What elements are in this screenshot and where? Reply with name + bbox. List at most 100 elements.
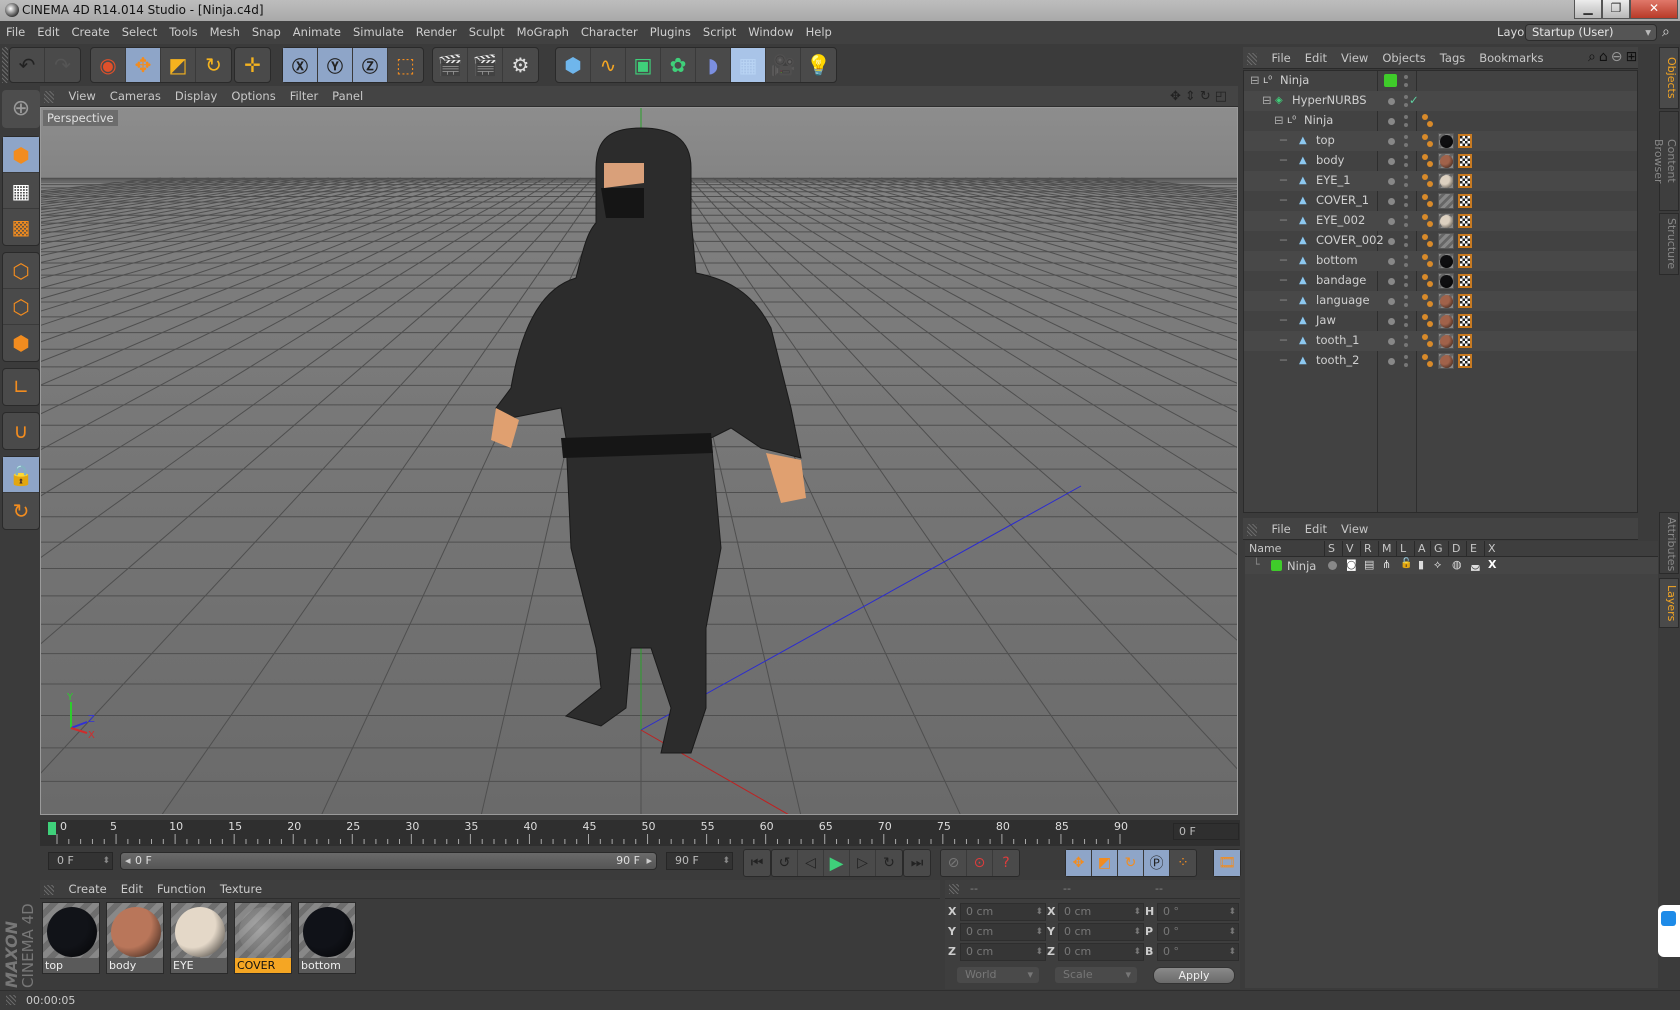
autokeying-icon[interactable]: ⊙ [967,850,993,876]
model-mode-icon[interactable]: ⬢ [3,137,39,173]
render-visibility-dot[interactable] [1404,263,1408,267]
minimize-button[interactable]: ▁ [1574,0,1602,19]
object-row[interactable]: ─ ▲ language [1244,291,1637,311]
apply-button[interactable]: Apply [1153,967,1235,984]
layer-column-l[interactable]: L [1400,542,1406,555]
object-row[interactable]: ─ ▲ bandage [1244,271,1637,291]
collapse-toggle-icon[interactable]: ⊟ [1262,93,1272,107]
coord-mode-dropdown[interactable]: Scale [1055,967,1137,983]
render-visibility-dot[interactable] [1404,163,1408,167]
object-row[interactable]: ─ ▲ COVER_002 [1244,231,1637,251]
axis-mode-icon[interactable]: ∟ [3,369,39,405]
visibility-dot[interactable] [1388,338,1395,345]
coord-size-field[interactable]: 0 cm [1058,923,1144,941]
editor-visibility-dot[interactable] [1404,195,1408,199]
objects-menu-view[interactable]: View [1334,47,1375,69]
go-to-start-icon[interactable]: ⏮ [744,850,770,876]
material-menu-function[interactable]: Function [150,880,213,899]
layers-menu-view[interactable]: View [1334,518,1375,540]
collapse-toggle-icon[interactable]: ⊟ [1274,113,1284,127]
layer-color-swatch[interactable] [1271,560,1282,571]
range-left-arrow-icon[interactable]: ◂ [125,853,131,869]
object-name[interactable]: bottom [1316,253,1358,267]
editor-visibility-dot[interactable] [1404,215,1408,219]
phong-tag-icon[interactable] [1422,114,1434,128]
menu-animate[interactable]: Animate [287,21,347,44]
menu-render[interactable]: Render [410,21,463,44]
phong-tag-icon[interactable] [1422,334,1434,348]
menu-mograph[interactable]: MoGraph [511,21,575,44]
uvw-tag-icon[interactable] [1458,134,1472,148]
coord-rotation-field[interactable]: 0 ° [1157,903,1239,921]
phong-tag-icon[interactable] [1422,154,1434,168]
key-rotation-icon[interactable]: ↻ [1118,850,1144,876]
material-tag-icon[interactable] [1438,313,1454,329]
record-active-objects-icon[interactable]: ⊘ [941,850,967,876]
next-frame-icon[interactable]: ▷ [850,850,876,876]
coord-space-dropdown[interactable]: World [957,967,1039,983]
menu-file[interactable]: File [0,21,31,44]
menu-script[interactable]: Script [697,21,742,44]
previous-key-icon[interactable]: ↺ [772,850,798,876]
material-swatch[interactable]: body [106,902,164,974]
object-row[interactable]: ─ ▲ EYE_002 [1244,211,1637,231]
material-tag-icon[interactable] [1438,153,1454,169]
material-tag-icon[interactable] [1438,133,1454,149]
material-menu-create[interactable]: Create [62,880,114,899]
editor-visibility-dot[interactable] [1404,275,1408,279]
layer-name[interactable]: Ninja [1287,559,1316,573]
camera-icon[interactable]: 🎥 [766,48,801,82]
render-visibility-dot[interactable] [1404,83,1408,87]
layer-column-name[interactable]: Name [1249,542,1281,555]
light-icon[interactable]: 💡 [801,48,836,82]
uvw-tag-icon[interactable] [1458,194,1472,208]
render-visibility-dot[interactable] [1404,283,1408,287]
coord-position-field[interactable]: 0 cm [960,923,1046,941]
y-axis-icon[interactable]: Ⓨ [318,48,353,82]
pan-view-icon[interactable]: ✥ [1170,89,1185,104]
material-tag-icon[interactable] [1438,293,1454,309]
render-visibility-dot[interactable] [1404,323,1408,327]
visibility-dot[interactable] [1388,98,1395,105]
render-visibility-dot[interactable] [1404,223,1408,227]
material-tag-icon[interactable] [1438,253,1454,269]
coord-position-field[interactable]: 0 cm [960,943,1046,961]
timeline-ruler[interactable]: 0 5 10 15 20 25 30 35 40 45 50 55 60 65 70 75 80 85 90 [40,820,1240,846]
material-swatch[interactable]: bottom [298,902,356,974]
layout-dropdown[interactable]: Startup (User) [1525,24,1657,41]
objects-menu-file[interactable]: File [1265,47,1298,69]
objects-menu-bookmarks[interactable]: Bookmarks [1472,47,1550,69]
coord-rotation-field[interactable]: 0 ° [1157,923,1239,941]
object-row[interactable]: ─ ▲ bottom [1244,251,1637,271]
uvw-tag-icon[interactable] [1458,314,1472,328]
uvw-tag-icon[interactable] [1458,174,1472,188]
render-visibility-dot[interactable] [1404,243,1408,247]
phong-tag-icon[interactable] [1422,234,1434,248]
layer-column-r[interactable]: R [1364,542,1372,555]
visibility-dot[interactable] [1388,298,1395,305]
phong-tag-icon[interactable] [1422,134,1434,148]
search-icon[interactable]: ⌕ [1662,24,1670,40]
phong-tag-icon[interactable] [1422,354,1434,368]
uvw-tag-icon[interactable] [1458,334,1472,348]
toggle-view-icon[interactable]: ◰ [1215,89,1231,104]
viewport-menu-options[interactable]: Options [224,86,282,107]
material-swatch[interactable]: COVER [234,902,292,974]
viewport-menu-display[interactable]: Display [168,86,224,107]
end-frame-field[interactable]: 90 F [666,852,733,870]
material-tag-icon[interactable] [1438,233,1454,249]
side-tab-attributes[interactable]: Attributes [1659,512,1679,574]
object-row[interactable]: ⊟ ◈ HyperNURBS ✓ [1244,91,1637,111]
object-name[interactable]: Ninja [1280,73,1309,87]
phong-tag-icon[interactable] [1422,174,1434,188]
editor-visibility-dot[interactable] [1404,355,1408,359]
coord-size-field[interactable]: 0 cm [1058,903,1144,921]
undo-icon[interactable]: ↶ [10,48,45,82]
object-row[interactable]: ⊟ ʟ⁰ Ninja [1244,71,1637,91]
layer-column-v[interactable]: V [1346,542,1354,555]
close-button[interactable]: ✕ [1630,0,1678,19]
side-tab-content-browser[interactable]: Content Browser [1652,111,1679,211]
key-position-icon[interactable]: ✥ [1066,850,1092,876]
menu-create[interactable]: Create [66,21,116,44]
object-row[interactable]: ─ ▲ EYE_1 [1244,171,1637,191]
